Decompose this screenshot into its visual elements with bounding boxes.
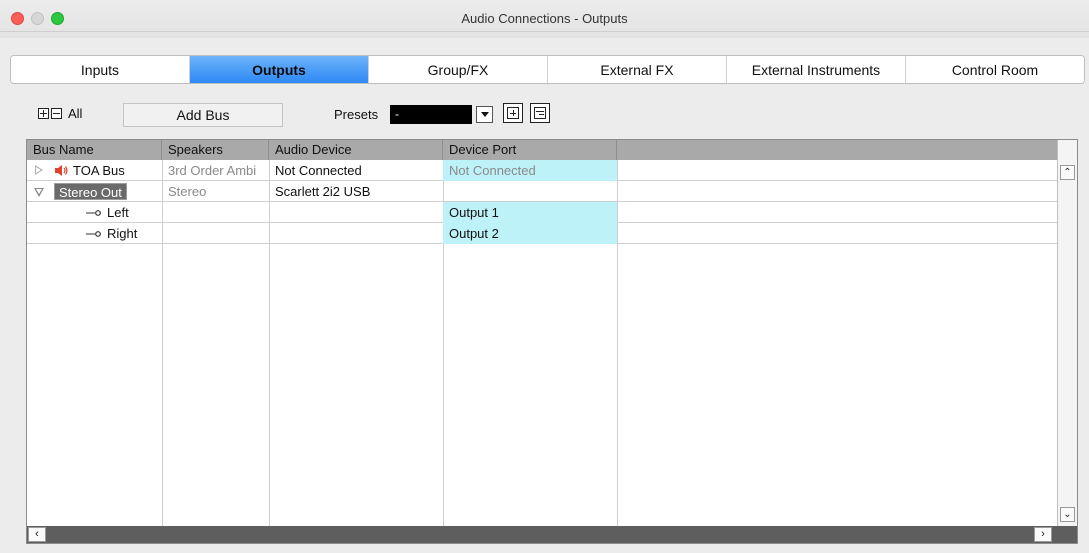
toolbar: All Add Bus Presets -: [0, 103, 1089, 129]
channel-icon: [86, 231, 101, 237]
scroll-down-icon[interactable]: ⌄: [1060, 507, 1075, 522]
scroll-left-icon[interactable]: ‹: [28, 527, 46, 542]
tab-inputs[interactable]: Inputs: [11, 56, 190, 83]
expand-all-icon[interactable]: [38, 108, 49, 119]
expand-triangle-icon[interactable]: [35, 165, 43, 175]
title-separator: [0, 31, 1089, 32]
tab-group-fx[interactable]: Group/FX: [369, 56, 548, 83]
device-port-cell[interactable]: Not Connected: [443, 160, 617, 181]
presets-label: Presets: [334, 107, 379, 122]
vertical-scrollbar[interactable]: ⌃ ⌄: [1057, 140, 1077, 528]
channel-name[interactable]: Right: [107, 223, 137, 244]
collapse-triangle-icon[interactable]: [34, 188, 44, 197]
table-row[interactable]: TOA Bus 3rd Order Ambi Not Connected Not…: [27, 160, 1058, 181]
column-header-speakers[interactable]: Speakers: [162, 140, 269, 160]
speakers-cell[interactable]: [162, 223, 269, 244]
table-header: Bus Name Speakers Audio Device Device Po…: [27, 140, 1058, 160]
table-row[interactable]: Left Output 1: [27, 202, 1058, 223]
collapse-all-icon[interactable]: [51, 108, 62, 119]
add-bus-button[interactable]: Add Bus: [123, 103, 283, 127]
tab-external-fx[interactable]: External FX: [548, 56, 727, 83]
device-port-cell[interactable]: Output 1: [443, 202, 617, 223]
speaker-icon: [55, 165, 68, 176]
audio-device-cell[interactable]: Not Connected: [269, 160, 443, 181]
speakers-cell[interactable]: [162, 202, 269, 223]
bus-name[interactable]: Stereo Out: [54, 183, 127, 200]
scroll-up-icon[interactable]: ⌃: [1060, 165, 1075, 180]
tab-outputs[interactable]: Outputs: [190, 56, 369, 83]
all-label: All: [68, 106, 83, 121]
device-port-cell[interactable]: [443, 181, 617, 202]
channel-icon: [86, 210, 101, 216]
column-header-audio-device[interactable]: Audio Device: [269, 140, 443, 160]
presets-dropdown-icon[interactable]: [476, 106, 493, 123]
audio-device-cell[interactable]: Scarlett 2i2 USB: [269, 181, 443, 202]
device-port-cell[interactable]: Output 2: [443, 223, 617, 244]
expand-collapse-all: All: [38, 106, 82, 121]
table-row[interactable]: Stereo Out Stereo Scarlett 2i2 USB: [27, 181, 1058, 202]
column-header-device-port[interactable]: Device Port: [443, 140, 617, 160]
load-preset-icon[interactable]: [530, 103, 550, 123]
column-header-bus-name[interactable]: Bus Name: [27, 140, 162, 160]
audio-device-cell[interactable]: [269, 202, 443, 223]
window-title: Audio Connections - Outputs: [461, 11, 628, 26]
horizontal-scrollbar[interactable]: ‹ ›: [27, 526, 1077, 543]
save-preset-icon[interactable]: [503, 103, 523, 123]
table-row[interactable]: Right Output 2: [27, 223, 1058, 244]
presets-field[interactable]: -: [390, 105, 472, 124]
column-header-empty: [617, 140, 1058, 160]
speakers-cell[interactable]: 3rd Order Ambi: [162, 160, 269, 181]
bus-name[interactable]: TOA Bus: [73, 160, 125, 181]
speakers-cell[interactable]: Stereo: [162, 181, 269, 202]
audio-device-cell[interactable]: [269, 223, 443, 244]
tab-control-room[interactable]: Control Room: [906, 56, 1084, 83]
title-bar: Audio Connections - Outputs: [0, 0, 1089, 38]
connections-table: Bus Name Speakers Audio Device Device Po…: [26, 139, 1078, 544]
channel-name[interactable]: Left: [107, 202, 129, 223]
tab-bar: Inputs Outputs Group/FX External FX Exte…: [10, 55, 1085, 84]
scroll-right-icon[interactable]: ›: [1034, 527, 1052, 542]
tab-external-instruments[interactable]: External Instruments: [727, 56, 906, 83]
